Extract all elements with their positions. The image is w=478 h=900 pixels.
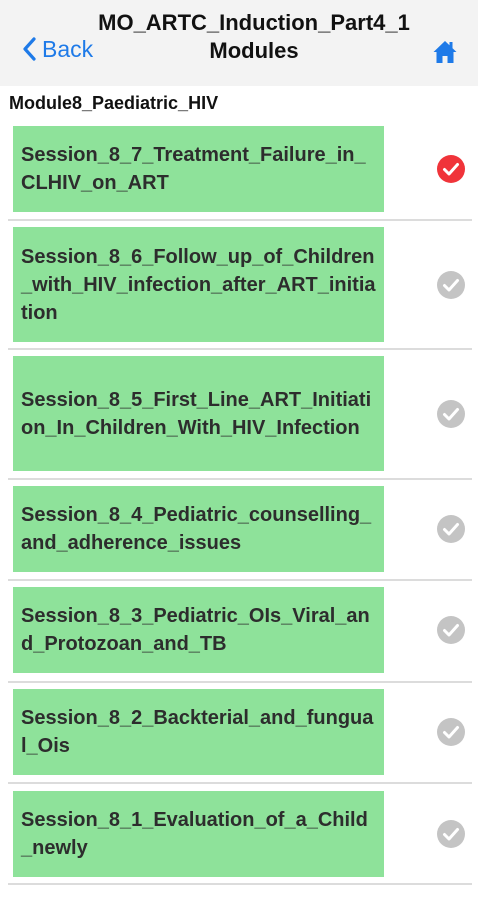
row-divider xyxy=(8,579,472,581)
session-label: Session_8_1_Evaluation_of_a_Child_newly xyxy=(21,809,368,859)
check-pending-icon xyxy=(437,718,465,746)
back-label: Back xyxy=(42,35,94,62)
module-title: Module8_Paediatric_HIV xyxy=(9,93,219,113)
session-card[interactable]: Session_8_4_Pediatric_counselling_and_ad… xyxy=(13,486,384,572)
chevron-left-icon xyxy=(23,37,36,61)
row-divider xyxy=(8,348,472,350)
back-button[interactable]: Back xyxy=(22,34,93,64)
session-label: Session_8_6_Follow_up_of_Children_with_H… xyxy=(21,245,376,324)
check-pending-icon xyxy=(437,270,465,299)
check-pending-icon xyxy=(437,616,465,644)
row-divider xyxy=(8,883,472,885)
row-divider xyxy=(8,681,472,683)
page-title: MO_ARTC_Induction_Part4_1 Modules xyxy=(98,10,410,63)
session-card[interactable]: Session_8_3_Pediatric_OIs_Viral_and_Prot… xyxy=(13,587,384,673)
header-bar: Back MO_ARTC_Induction_Part4_1 Modules xyxy=(0,0,478,86)
session-label: Session_8_5_First_Line_ART_Initiation_In… xyxy=(21,388,372,439)
session-label: Session_8_3_Pediatric_OIs_Viral_and_Prot… xyxy=(21,605,370,655)
check-pending-icon xyxy=(437,515,465,543)
check-completed-icon xyxy=(437,155,465,183)
session-card[interactable]: Session_8_6_Follow_up_of_Children_with_H… xyxy=(13,227,384,342)
session-label: Session_8_7_Treatment_Failure_in_CLHIV_o… xyxy=(21,144,366,194)
check-pending-icon xyxy=(437,399,465,428)
row-divider xyxy=(8,478,472,480)
session-card[interactable]: Session_8_5_First_Line_ART_Initiation_In… xyxy=(13,356,384,471)
home-icon[interactable] xyxy=(432,39,458,65)
session-label: Session_8_4_Pediatric_counselling_and_ad… xyxy=(21,504,372,554)
session-label: Session_8_2_Backterial_and_fungual_Ois xyxy=(21,707,374,757)
session-card[interactable]: Session_8_2_Backterial_and_fungual_Ois xyxy=(13,689,384,775)
session-card[interactable]: Session_8_1_Evaluation_of_a_Child_newly xyxy=(13,791,384,877)
session-card[interactable]: Session_8_7_Treatment_Failure_in_CLHIV_o… xyxy=(13,126,384,212)
row-divider xyxy=(8,782,472,784)
check-pending-icon xyxy=(437,820,465,848)
row-divider xyxy=(8,219,472,221)
